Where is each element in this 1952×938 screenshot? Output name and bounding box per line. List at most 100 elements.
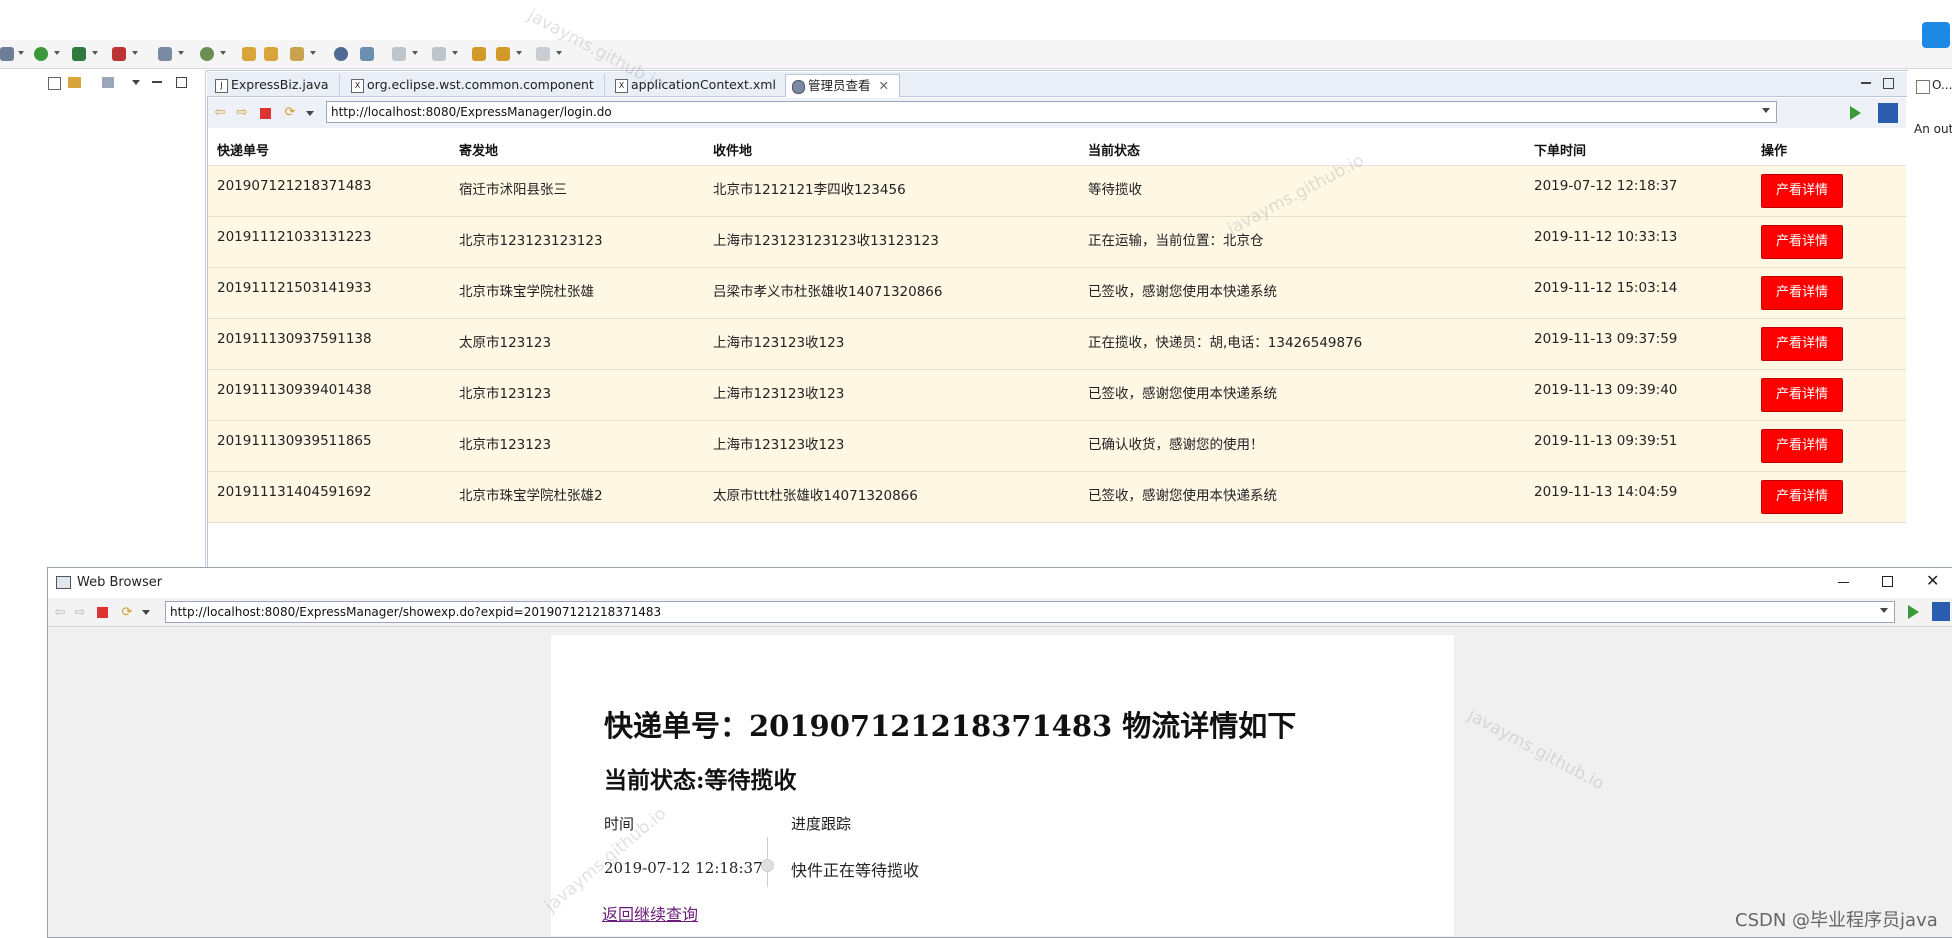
open-external-icon[interactable] [1878, 103, 1898, 123]
cell-to: 吕梁市孝义市杜张雄收14071320866 [713, 284, 943, 300]
url-input[interactable]: http://localhost:8080/ExpressManager/log… [326, 101, 1777, 123]
timeline-dot-icon [761, 859, 774, 872]
outline-message: An out [1914, 122, 1952, 136]
collapse-all-icon[interactable] [48, 77, 61, 90]
chevron-down-icon[interactable] [556, 51, 562, 55]
forward-icon[interactable] [536, 47, 550, 61]
chevron-down-icon[interactable] [54, 51, 60, 55]
close-icon[interactable]: ✕ [879, 78, 889, 93]
new-server-icon[interactable] [158, 47, 172, 61]
go-icon[interactable] [1908, 605, 1919, 619]
view-details-button[interactable]: 产看详情 [1761, 429, 1843, 463]
cloud-sync-icon[interactable] [1922, 22, 1950, 48]
refresh-icon[interactable]: ⟳ [283, 106, 297, 120]
cell-time: 2019-11-12 10:33:13 [1534, 229, 1678, 245]
chevron-down-icon[interactable] [1762, 108, 1770, 113]
view-details-button[interactable]: 产看详情 [1761, 225, 1843, 259]
tab-component[interactable]: Xorg.eclipse.wst.common.component [345, 74, 605, 96]
cell-status: 已签收，感谢您使用本快递系统 [1088, 386, 1277, 402]
header-action: 操作 [1761, 144, 1788, 159]
new-wizard-icon[interactable] [200, 47, 214, 61]
table-row: 201907121218371483 宿迁市沭阳县张三 北京市1212121李四… [208, 166, 1906, 217]
minimize-icon[interactable] [1861, 82, 1871, 84]
forward-icon[interactable]: ⇨ [235, 106, 249, 120]
view-menu-icon[interactable] [132, 80, 140, 85]
chevron-down-icon[interactable] [412, 51, 418, 55]
tab-admin-view[interactable]: 管理员查看 ✕ [785, 74, 900, 97]
next-annotation-icon[interactable] [432, 47, 446, 61]
cell-to: 上海市123123收123 [713, 437, 845, 453]
link-editor-icon[interactable] [68, 77, 81, 88]
maximize-icon[interactable] [176, 77, 187, 88]
chevron-down-icon[interactable] [452, 51, 458, 55]
minimize-icon[interactable] [152, 81, 162, 83]
forward-icon[interactable]: ⇨ [73, 606, 87, 620]
chevron-down-icon[interactable] [306, 111, 314, 116]
back-icon[interactable] [472, 47, 486, 61]
chevron-down-icon[interactable] [132, 51, 138, 55]
pen-icon[interactable] [290, 47, 304, 61]
maximize-icon[interactable] [1883, 78, 1894, 89]
stop-icon[interactable] [97, 607, 108, 618]
cell-time: 2019-11-13 09:39:40 [1534, 382, 1678, 398]
stop-icon[interactable] [260, 108, 271, 119]
back-icon[interactable]: ⇦ [213, 106, 227, 120]
table-row: 201911130939401438 北京市123123 上海市123123收1… [208, 370, 1906, 421]
open-external-icon[interactable] [1932, 602, 1950, 621]
cell-status: 已签收，感谢您使用本快递系统 [1088, 284, 1277, 300]
go-icon[interactable] [1850, 106, 1861, 120]
chevron-down-icon[interactable] [142, 610, 150, 615]
chevron-down-icon[interactable] [1880, 608, 1888, 613]
debug-icon[interactable] [72, 47, 86, 61]
cell-tracking-no: 201907121218371483 [217, 178, 372, 194]
header-from: 寄发地 [459, 144, 499, 159]
header-time: 下单时间 [1534, 144, 1587, 159]
back-to-query-link[interactable]: 返回继续查询 [602, 901, 698, 925]
chevron-down-icon[interactable] [92, 51, 98, 55]
gear-icon[interactable] [0, 47, 14, 61]
outline-tab-label[interactable]: O... [1932, 78, 1952, 92]
cell-from: 北京市123123123123 [459, 233, 603, 249]
refresh-icon[interactable]: ⟳ [120, 606, 134, 620]
back-icon[interactable]: ⇦ [53, 606, 67, 620]
cell-from: 北京市珠宝学院杜张雄 [459, 284, 594, 300]
open-folder-icon[interactable] [242, 47, 256, 61]
view-details-button[interactable]: 产看详情 [1761, 174, 1843, 208]
table-row: 201911121503141933 北京市珠宝学院杜张雄 吕梁市孝义市杜张雄收… [208, 268, 1906, 319]
chevron-down-icon[interactable] [516, 51, 522, 55]
cell-time: 2019-11-13 14:04:59 [1534, 484, 1678, 500]
view-details-button[interactable]: 产看详情 [1761, 480, 1843, 514]
view-details-button[interactable]: 产看详情 [1761, 378, 1843, 412]
filter-icon[interactable] [102, 77, 114, 88]
ide-toolbar [0, 40, 1952, 69]
open-folder-icon[interactable] [264, 47, 278, 61]
editor-tabbar: J ExpressBiz.java Xorg.eclipse.wst.common… [207, 72, 1907, 97]
maximize-icon[interactable] [1882, 576, 1893, 587]
page-title: 快递单号：201907121218371483 物流详情如下 [604, 709, 1297, 743]
window-title: Web Browser [77, 575, 163, 590]
external-tools-icon[interactable] [112, 47, 126, 61]
view-details-button[interactable]: 产看详情 [1761, 327, 1843, 361]
close-icon[interactable]: ✕ [1926, 571, 1939, 590]
view-details-button[interactable]: 产看详情 [1761, 276, 1843, 310]
back-icon[interactable] [496, 47, 510, 61]
globe-icon[interactable] [334, 47, 348, 61]
progress-column-header: 进度跟踪 [791, 815, 852, 833]
chevron-down-icon[interactable] [178, 51, 184, 55]
run-icon[interactable] [34, 47, 48, 61]
cell-status: 已签收，感谢您使用本快递系统 [1088, 488, 1277, 504]
chevron-down-icon[interactable] [220, 51, 226, 55]
xml-file-icon: X [351, 79, 364, 93]
cell-tracking-no: 201911130939511865 [217, 433, 372, 449]
tab-expressbiz[interactable]: J ExpressBiz.java [209, 74, 340, 96]
table-row: 201911131404591692 北京市珠宝学院杜张雄2 太原市ttt杜张雄… [208, 472, 1906, 523]
annotation-icon[interactable] [392, 47, 406, 61]
url-input[interactable]: http://localhost:8080/ExpressManager/sho… [165, 601, 1895, 623]
search-icon[interactable] [360, 47, 374, 61]
csdn-watermark: CSDN @毕业程序员java [1735, 910, 1938, 931]
java-file-icon: J [215, 79, 228, 93]
outline-icon[interactable] [1916, 80, 1930, 94]
chevron-down-icon[interactable] [310, 51, 316, 55]
minimize-icon[interactable] [1838, 582, 1849, 583]
chevron-down-icon[interactable] [18, 51, 24, 55]
